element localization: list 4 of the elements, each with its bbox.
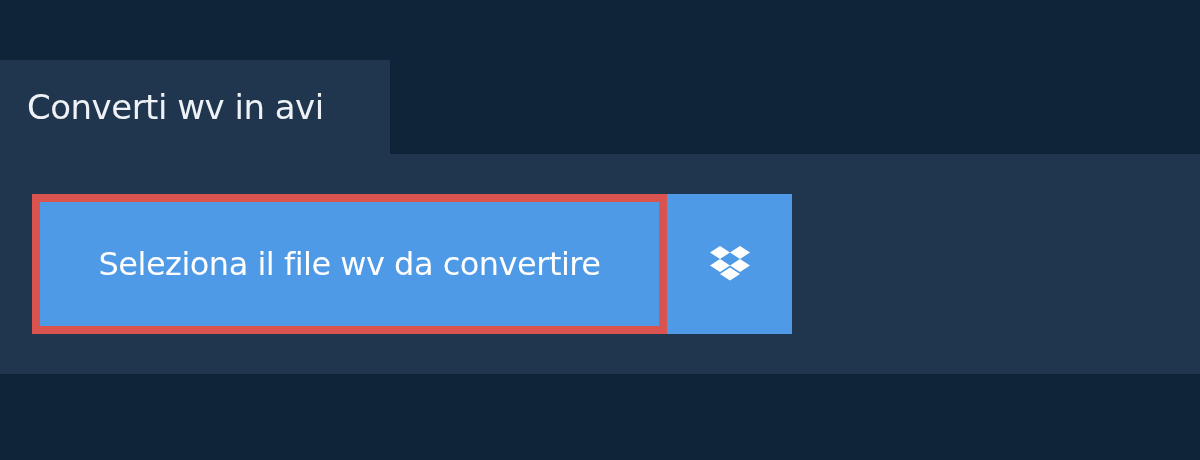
tab-title: Converti wv in avi xyxy=(27,87,324,127)
dropbox-icon xyxy=(708,246,751,282)
dropbox-button[interactable] xyxy=(667,194,792,334)
select-file-button[interactable]: Seleziona il file wv da convertire xyxy=(32,194,667,334)
